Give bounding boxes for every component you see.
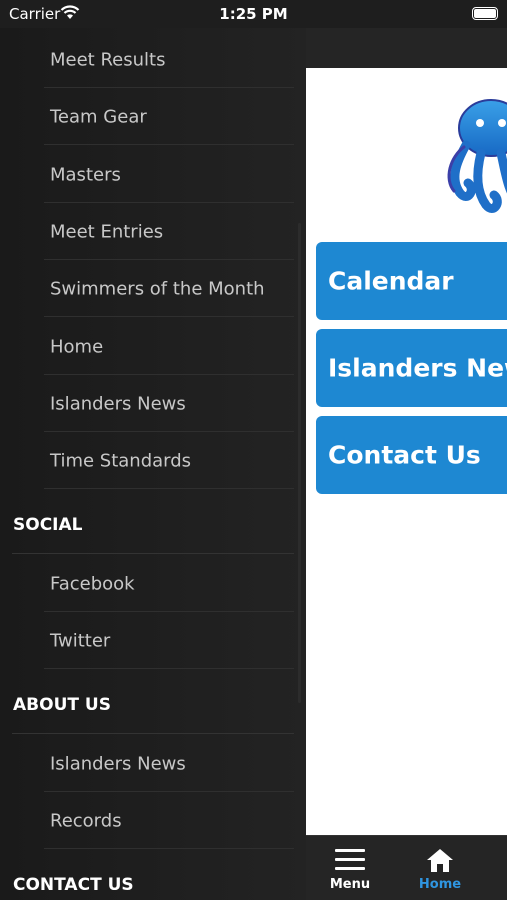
islanders-news-button[interactable]: Islanders News — [316, 329, 507, 407]
menu-item-label: Facebook — [50, 573, 135, 594]
menu-item-meet-entries[interactable]: Meet Entries — [0, 203, 306, 260]
menu-item-label: Islanders News — [50, 393, 186, 414]
menu-item-records[interactable]: Records — [0, 792, 306, 849]
divider — [44, 668, 294, 669]
menu-item-swimmers-of-the-month[interactable]: Swimmers of the Month — [0, 260, 306, 317]
menu-item-label: Records — [50, 810, 122, 831]
status-bar: Carrier 1:25 PM — [0, 0, 507, 28]
home-icon — [427, 849, 453, 872]
octopus-logo-icon — [446, 83, 507, 223]
button-label: Calendar — [328, 266, 454, 296]
divider — [44, 144, 294, 145]
menu-item-label: Meet Results — [50, 49, 166, 70]
menu-item-label: Swimmers of the Month — [50, 278, 265, 299]
menu-item-time-standards[interactable]: Time Standards — [0, 432, 306, 489]
tab-label: Home — [418, 877, 462, 892]
tab-bar: Menu Home — [306, 835, 507, 900]
clock: 1:25 PM — [219, 5, 288, 23]
menu-item-about-islanders-news[interactable]: Islanders News — [0, 735, 306, 792]
battery-icon — [472, 7, 498, 20]
section-title: ABOUT US — [13, 695, 111, 715]
menu-item-team-gear[interactable]: Team Gear — [0, 88, 306, 145]
section-header-social: SOCIAL — [0, 496, 306, 554]
tab-menu[interactable]: Menu — [305, 836, 395, 900]
divider — [44, 488, 294, 489]
menu-item-label: Twitter — [50, 630, 111, 651]
calendar-button[interactable]: Calendar — [316, 242, 507, 320]
menu-item-islanders-news[interactable]: Islanders News — [0, 375, 306, 432]
menu-item-home[interactable]: Home — [0, 318, 306, 375]
side-drawer-menu: Meet Results Team Gear Masters Meet Entr… — [0, 28, 306, 900]
divider — [12, 733, 294, 734]
section-title: CONTACT US — [13, 875, 134, 895]
main-content: Calendar Islanders News Contact Us — [306, 28, 507, 835]
menu-item-label: Time Standards — [50, 450, 192, 471]
menu-item-meet-results[interactable]: Meet Results — [0, 31, 306, 88]
menu-item-masters[interactable]: Masters — [0, 146, 306, 203]
menu-item-facebook[interactable]: Facebook — [0, 555, 306, 612]
menu-item-label: Islanders News — [50, 753, 186, 774]
section-title: SOCIAL — [13, 515, 83, 535]
menu-item-label: Team Gear — [50, 106, 147, 127]
button-label: Contact Us — [328, 440, 481, 470]
menu-item-label: Meet Entries — [50, 221, 164, 242]
section-header-about-us: ABOUT US — [0, 676, 306, 734]
button-label: Islanders News — [328, 353, 507, 383]
divider — [12, 553, 294, 554]
section-header-contact-us: CONTACT US — [0, 856, 306, 900]
navigation-bar — [306, 28, 507, 68]
hamburger-menu-icon — [335, 849, 365, 870]
divider — [44, 316, 294, 317]
tab-home[interactable]: Home — [395, 836, 485, 900]
contact-us-button[interactable]: Contact Us — [316, 416, 507, 494]
menu-item-label: Home — [50, 336, 104, 357]
menu-item-twitter[interactable]: Twitter — [0, 612, 306, 669]
divider — [44, 848, 294, 849]
menu-item-label: Masters — [50, 164, 121, 185]
tab-label: Menu — [329, 877, 371, 892]
